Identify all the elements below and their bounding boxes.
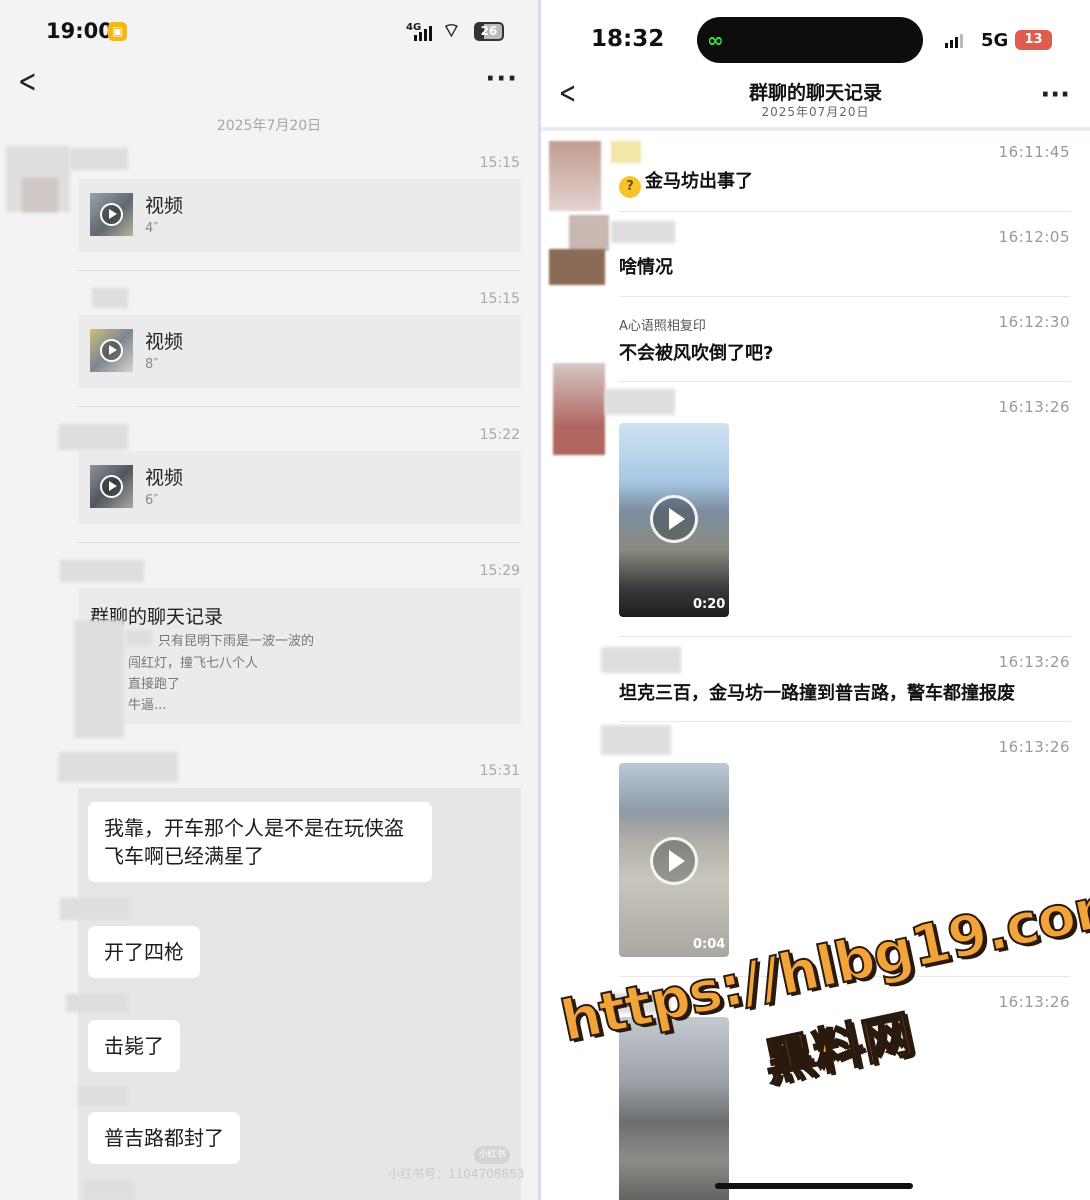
sender-name bbox=[601, 725, 671, 755]
video-label: 视频 bbox=[145, 195, 184, 217]
chat-bubble: 击毙了 bbox=[88, 1020, 180, 1072]
video-thumbnail bbox=[90, 465, 133, 508]
chat-record-line: 牛逼... bbox=[128, 698, 167, 713]
sender-name bbox=[611, 221, 675, 243]
divider bbox=[619, 296, 1071, 297]
conversation-date: 2025年7月20日 bbox=[216, 118, 322, 134]
play-icon bbox=[650, 495, 698, 543]
video-message[interactable]: 0:20 bbox=[619, 423, 729, 617]
chat-record-preview: 我靠，开车那个人是不是在玩侠盗飞车啊已经满星了 开了四枪 击毙了 普吉路都封了 bbox=[78, 788, 521, 1200]
sender-name bbox=[58, 752, 178, 782]
video-label: 视频 bbox=[145, 467, 184, 489]
sender-name bbox=[58, 424, 128, 450]
sender-name bbox=[84, 1180, 134, 1200]
message-text: 坦克三百，金马坊一路撞到普吉路，警车都撞报废 bbox=[619, 683, 1015, 704]
status-bar: 19:00 ▣ 4G ⌔ 26 bbox=[0, 0, 538, 62]
sender-name bbox=[60, 898, 130, 920]
chat-record-card[interactable]: 群聊的聊天记录 只有昆明下雨是一波一波的 闯红灯，撞飞七八个人 直接跑了 牛逼.… bbox=[78, 588, 521, 724]
battery-indicator: 13 bbox=[1015, 30, 1052, 50]
video-duration: 4″ bbox=[145, 221, 159, 236]
xiaohongshu-id-watermark: 小红书号：1104708853 bbox=[388, 1167, 525, 1181]
page-subtitle: 2025年07月20日 bbox=[761, 105, 870, 119]
message-text: 不会被风吹倒了吧? bbox=[619, 343, 774, 364]
message-time: 15:29 bbox=[479, 563, 520, 579]
divider bbox=[619, 636, 1071, 637]
sender-name bbox=[60, 560, 144, 582]
list-top-border bbox=[541, 127, 1090, 131]
sender-name bbox=[601, 647, 681, 673]
signal-icon bbox=[414, 26, 432, 41]
message-time: 16:11:45 bbox=[998, 143, 1070, 161]
message-time: 16:12:30 bbox=[998, 313, 1070, 331]
signal-icon bbox=[945, 34, 963, 48]
more-options-icon[interactable]: ··· bbox=[1040, 80, 1070, 110]
sender-name bbox=[70, 148, 128, 170]
video-label: 视频 bbox=[145, 331, 184, 353]
nav-bar: < 群聊的聊天记录 2025年07月20日 ··· bbox=[541, 72, 1090, 128]
message-time: 16:12:05 bbox=[998, 228, 1070, 246]
message-text: 啥情况 bbox=[619, 257, 673, 278]
play-icon bbox=[100, 203, 123, 226]
sender-name bbox=[66, 994, 128, 1012]
divider bbox=[619, 211, 1071, 212]
xiaohongshu-badge: 小红书 bbox=[474, 1146, 510, 1164]
chat-record-line: 闯红灯，撞飞七八个人 bbox=[128, 656, 259, 671]
divider bbox=[78, 270, 521, 271]
video-duration: 0:20 bbox=[693, 597, 726, 612]
divider bbox=[78, 542, 521, 543]
chat-bubble: 我靠，开车那个人是不是在玩侠盗飞车啊已经满星了 bbox=[88, 802, 432, 882]
sender-name bbox=[126, 630, 152, 646]
battery-indicator: 26 bbox=[474, 22, 504, 41]
more-options-icon[interactable]: ··· bbox=[485, 64, 518, 94]
link-icon: ∞ bbox=[707, 28, 724, 52]
thinking-face-icon: ? bbox=[619, 176, 641, 198]
sender-name bbox=[78, 1086, 128, 1106]
video-message[interactable]: 0:04 bbox=[619, 763, 729, 957]
play-icon bbox=[650, 837, 698, 885]
message-time: 15:22 bbox=[479, 427, 520, 443]
page-title: 群聊的聊天记录 bbox=[748, 82, 882, 104]
video-message[interactable]: 视频 4″ bbox=[78, 179, 521, 252]
message-time: 15:15 bbox=[479, 291, 520, 307]
left-chat-screenshot: 19:00 ▣ 4G ⌔ 26 < ··· 2025年7月20日 15:15 视… bbox=[0, 0, 538, 1200]
message-time: 16:13:26 bbox=[998, 738, 1070, 756]
wifi-icon: ⌔ bbox=[442, 18, 461, 42]
dynamic-island: ∞ bbox=[697, 17, 923, 63]
message-text: ? 金马坊出事了 bbox=[619, 167, 753, 198]
avatar bbox=[74, 620, 124, 738]
video-message[interactable]: 视频 6″ bbox=[78, 451, 521, 524]
avatar-detail bbox=[22, 178, 58, 212]
play-icon bbox=[100, 339, 123, 362]
sender-name bbox=[92, 288, 128, 308]
video-duration: 8″ bbox=[145, 357, 159, 372]
play-icon bbox=[100, 475, 123, 498]
chat-record-line: 直接跑了 bbox=[128, 677, 181, 692]
divider bbox=[78, 406, 521, 407]
network-type: 5G bbox=[981, 30, 1009, 51]
message-time: 16:13:26 bbox=[998, 653, 1070, 671]
status-time: 18:32 bbox=[591, 26, 665, 52]
nav-bar: < ··· bbox=[0, 62, 538, 102]
divider bbox=[619, 381, 1071, 382]
message-time: 15:31 bbox=[479, 763, 520, 779]
chat-bubble: 开了四枪 bbox=[88, 926, 200, 978]
notification-icon: ▣ bbox=[108, 22, 127, 41]
video-duration: 6″ bbox=[145, 493, 159, 508]
message-time: 15:15 bbox=[479, 155, 520, 171]
chat-bubble: 普吉路都封了 bbox=[88, 1112, 240, 1164]
sender-name bbox=[605, 389, 675, 415]
video-message[interactable]: 视频 8″ bbox=[78, 315, 521, 388]
back-arrow-icon[interactable]: < bbox=[18, 62, 37, 100]
divider bbox=[619, 721, 1071, 722]
status-time: 19:00 bbox=[46, 19, 113, 43]
message-time: 16:13:26 bbox=[998, 398, 1070, 416]
home-indicator bbox=[715, 1183, 913, 1189]
video-thumbnail bbox=[90, 193, 133, 236]
sender-name: A心语照相复印 bbox=[619, 319, 706, 334]
video-thumbnail bbox=[90, 329, 133, 372]
chat-record-line: 只有昆明下雨是一波一波的 bbox=[158, 634, 315, 649]
